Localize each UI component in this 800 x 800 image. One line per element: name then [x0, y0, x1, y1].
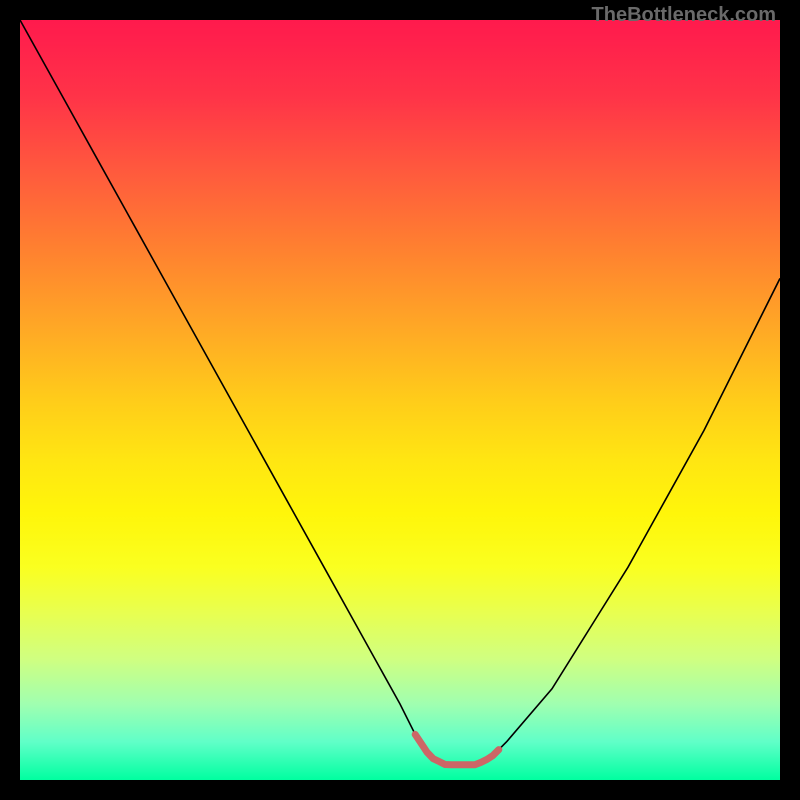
curve-svg [20, 20, 780, 780]
chart-container: TheBottleneck.com [0, 0, 800, 800]
watermark-text: TheBottleneck.com [592, 4, 776, 27]
bottleneck-curve [20, 20, 780, 765]
optimal-range-marker [415, 734, 499, 764]
plot-area [20, 20, 780, 780]
